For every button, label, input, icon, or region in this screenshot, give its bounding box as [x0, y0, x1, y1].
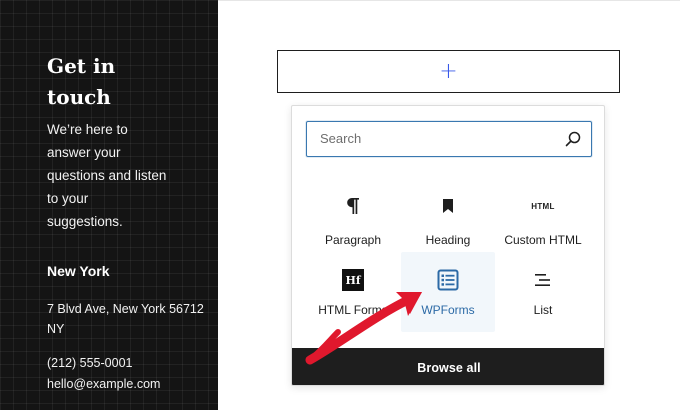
email-text: hello@example.com: [47, 377, 161, 391]
block-html-forms[interactable]: Hf HTML Forms: [306, 252, 400, 332]
block-label: Paragraph: [324, 233, 382, 247]
block-label: WPForms: [421, 303, 475, 317]
address-text: 7 Blvd Ave, New York 56712 NY: [47, 302, 204, 336]
block-custom-html[interactable]: HTML Custom HTML: [496, 179, 590, 259]
contact-intro-text: We’re here to answer your questions and …: [47, 122, 167, 229]
wpforms-icon: [437, 268, 459, 292]
canvas-top-border: [218, 0, 680, 1]
block-label: List: [533, 303, 553, 317]
paragraph-icon: [346, 194, 360, 218]
list-icon: [534, 268, 552, 292]
search-field[interactable]: [306, 121, 592, 157]
add-block-button[interactable]: +: [277, 50, 620, 93]
search-input[interactable]: [307, 122, 557, 155]
html-icon: HTML: [531, 201, 555, 211]
block-label: Heading: [425, 233, 471, 247]
block-label: Custom HTML: [504, 233, 582, 247]
heading-bookmark-icon: [442, 194, 454, 218]
block-heading[interactable]: Heading: [401, 179, 495, 259]
block-wpforms[interactable]: WPForms: [401, 252, 495, 332]
browse-all-button[interactable]: Browse all: [292, 348, 604, 385]
phone-text: (212) 555-0001: [47, 356, 133, 370]
block-list[interactable]: List: [496, 252, 590, 332]
search-icon[interactable]: [565, 131, 581, 147]
block-paragraph[interactable]: Paragraph: [306, 179, 400, 259]
block-label: HTML Forms: [318, 303, 388, 317]
block-inserter-popover: Paragraph Heading HTML Custom HTML Hf HT…: [291, 105, 605, 386]
contact-heading: Get in touch: [47, 54, 116, 109]
plus-icon: +: [439, 58, 458, 84]
contact-panel: Get in touch We’re here to answer your q…: [0, 0, 218, 410]
html-forms-logo-icon: Hf: [342, 268, 364, 292]
city-heading: New York: [47, 263, 110, 279]
contact-details: (212) 555-0001 hello@example.com: [47, 353, 207, 395]
